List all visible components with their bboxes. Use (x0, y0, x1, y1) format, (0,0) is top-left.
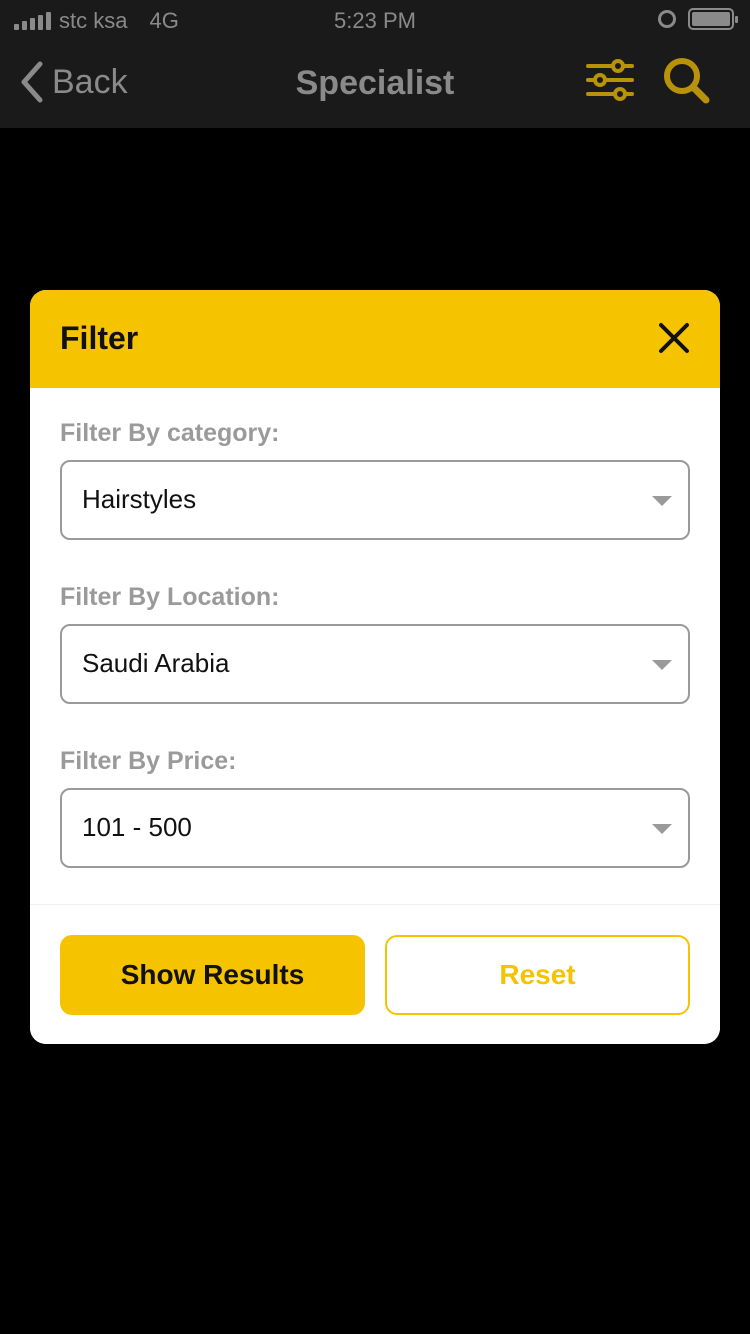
modal-body: Filter By category: Hairstyles Filter By… (30, 388, 720, 904)
location-select[interactable]: Saudi Arabia (60, 624, 690, 704)
status-right (658, 8, 738, 30)
nav-actions (586, 56, 710, 104)
category-value: Hairstyles (82, 484, 197, 514)
show-results-button[interactable]: Show Results (60, 935, 365, 1015)
price-value: 101 - 500 (82, 812, 192, 842)
close-icon[interactable] (656, 320, 692, 356)
location-value: Saudi Arabia (82, 648, 230, 678)
category-label: Filter By category: (60, 419, 280, 447)
dropdown-arrow-icon (652, 824, 672, 834)
category-select[interactable]: Hairstyles (60, 460, 690, 540)
modal-title: Filter (60, 320, 139, 356)
location-label: Filter By Location: (60, 583, 280, 611)
modal-footer: Show Results Reset (30, 904, 720, 1044)
battery-icon (688, 8, 738, 30)
filter-modal: Filter Filter By category: Hairstyles Fi… (30, 290, 720, 1044)
modal-header: Filter (30, 290, 720, 388)
reset-button[interactable]: Reset (385, 935, 690, 1015)
dropdown-arrow-icon (652, 496, 672, 506)
price-label: Filter By Price: (60, 747, 237, 775)
status-time: 5:23 PM (334, 8, 416, 33)
filter-sliders-icon[interactable] (586, 58, 634, 102)
nav-bar: Back Specialist (0, 40, 750, 128)
alarm-icon (658, 10, 676, 28)
search-icon[interactable] (662, 56, 710, 104)
status-bar: stc ksa 4G 5:23 PM (0, 0, 750, 40)
price-select[interactable]: 101 - 500 (60, 788, 690, 868)
dropdown-arrow-icon (652, 660, 672, 670)
